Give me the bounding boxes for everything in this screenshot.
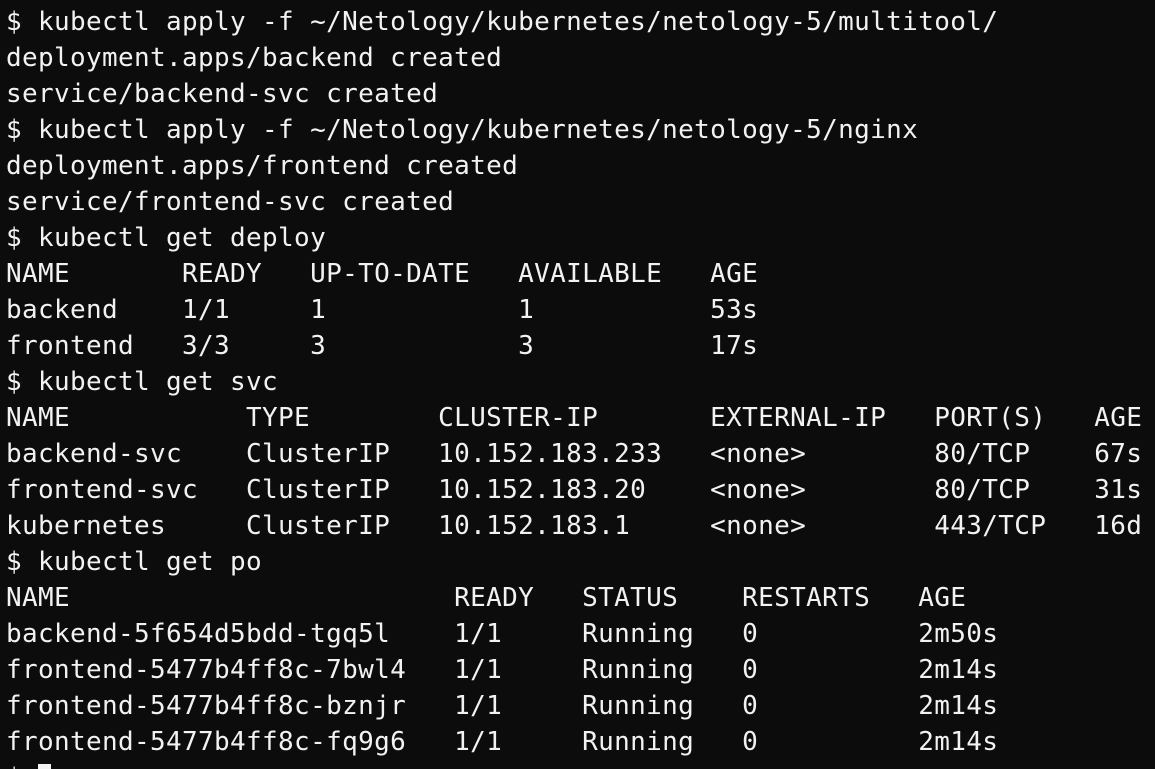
pod-table-row: frontend-5477b4ff8c-7bwl4 1/1 Running 0 … (6, 655, 999, 685)
deploy-table-row: frontend 3/3 3 3 17s (6, 331, 759, 361)
command-line-get-svc: $ kubectl get svc (6, 367, 279, 397)
command-line-apply-nginx: $ kubectl apply -f ~/Netology/kubernetes… (6, 115, 919, 145)
pod-table-row: backend-5f654d5bdd-tgq5l 1/1 Running 0 2… (6, 619, 999, 649)
text-cursor (38, 764, 52, 769)
deploy-table-header: NAME READY UP-TO-DATE AVAILABLE AGE (6, 259, 759, 289)
svc-table-row: backend-svc ClusterIP 10.152.183.233 <no… (6, 439, 1143, 469)
prompt: $ (6, 763, 38, 769)
command-line-apply-multitool: $ kubectl apply -f ~/Netology/kubernetes… (6, 7, 999, 37)
command-line-get-deploy: $ kubectl get deploy (6, 223, 327, 253)
terminal-output[interactable]: $ kubectl apply -f ~/Netology/kubernetes… (6, 4, 1155, 769)
output-line: deployment.apps/backend created (6, 43, 503, 73)
active-prompt-line[interactable]: $ (6, 760, 1155, 769)
svc-table-header: NAME TYPE CLUSTER-IP EXTERNAL-IP PORT(S)… (6, 403, 1143, 433)
command-line-get-po: $ kubectl get po (6, 547, 263, 577)
pod-table-header: NAME READY STATUS RESTARTS AGE (6, 583, 967, 613)
pod-table-row: frontend-5477b4ff8c-bznjr 1/1 Running 0 … (6, 691, 999, 721)
output-line: service/backend-svc created (6, 79, 439, 109)
svc-table-row: frontend-svc ClusterIP 10.152.183.20 <no… (6, 475, 1143, 505)
svc-table-row: kubernetes ClusterIP 10.152.183.1 <none>… (6, 511, 1143, 541)
pod-table-row: frontend-5477b4ff8c-fq9g6 1/1 Running 0 … (6, 727, 999, 757)
output-line: service/frontend-svc created (6, 187, 455, 217)
deploy-table-row: backend 1/1 1 1 53s (6, 295, 759, 325)
output-line: deployment.apps/frontend created (6, 151, 519, 181)
